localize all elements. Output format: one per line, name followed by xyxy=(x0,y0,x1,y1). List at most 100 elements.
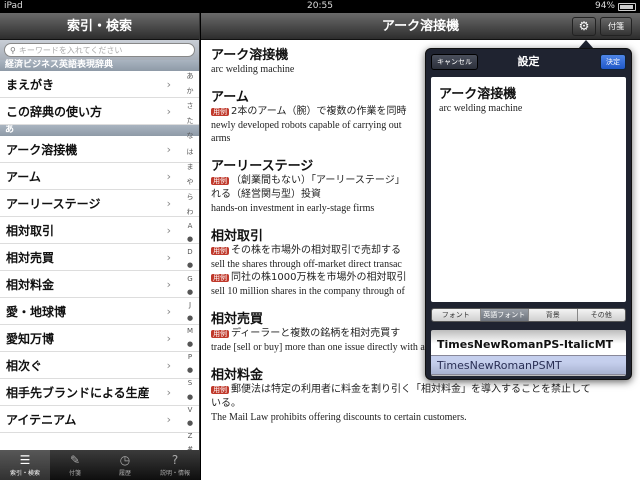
tab-2[interactable]: ◷ 履歴 xyxy=(100,450,150,480)
index-letter[interactable]: D xyxy=(187,248,192,256)
line-text: arms xyxy=(211,133,231,144)
list-item[interactable]: アーム › xyxy=(0,163,199,190)
index-letter[interactable]: か xyxy=(187,86,194,96)
index-letter[interactable]: G xyxy=(187,275,192,283)
settings-button[interactable]: ⚙ xyxy=(572,17,596,36)
status-bar: iPad 20:55 94% xyxy=(0,0,640,13)
list-item-label: 相対取引 xyxy=(6,223,55,238)
tab-1[interactable]: ✎ 付箋 xyxy=(50,450,100,480)
done-button[interactable]: 決定 xyxy=(600,54,626,70)
list-item[interactable]: アーリーステージ › xyxy=(0,190,199,217)
list-item[interactable]: 相次ぐ › xyxy=(0,352,199,379)
gear-icon: ⚙ xyxy=(578,19,590,33)
list-item-label: 相次ぐ xyxy=(6,358,43,373)
example-tag: 用例 xyxy=(211,177,229,185)
popover-title: 設定 xyxy=(517,55,540,68)
line-text: いる。 xyxy=(211,398,241,409)
list-item[interactable]: まえがき › xyxy=(0,71,199,98)
list-item[interactable]: アーク溶接機 › xyxy=(0,136,199,163)
line-text: The Mail Law prohibits offering discount… xyxy=(211,412,467,423)
list-item[interactable]: 相手先ブランドによる生産 › xyxy=(0,379,199,406)
tab-0[interactable]: ☰ 索引・検索 xyxy=(0,450,50,480)
index-letter[interactable]: M xyxy=(187,327,193,335)
settings-popover: キャンセル 設定 決定 アーク溶接機 arc welding machine フ… xyxy=(425,48,632,380)
index-letter[interactable]: ● xyxy=(187,288,193,296)
search-bar: ⚲ キーワードを入れてください xyxy=(0,40,199,60)
index-letter[interactable]: ● xyxy=(187,340,193,348)
chevron-right-icon: › xyxy=(166,104,171,118)
segment-2[interactable]: 背景 xyxy=(529,309,578,321)
index-letter[interactable]: J xyxy=(189,301,191,309)
segment-3[interactable]: その他 xyxy=(577,309,625,321)
tab-icon: ? xyxy=(171,453,179,467)
line-text: sell the shares through off-market direc… xyxy=(211,259,402,270)
list-item[interactable]: 相対売買 › xyxy=(0,244,199,271)
chevron-right-icon: › xyxy=(166,223,171,237)
index-letter[interactable]: ● xyxy=(187,419,193,427)
tab-3[interactable]: ? 説明・情報 xyxy=(150,450,200,480)
index-letter[interactable]: は xyxy=(187,147,194,157)
entry-title: アーク溶接機 xyxy=(381,19,460,34)
preview-english: arc welding machine xyxy=(439,103,523,114)
picker-option[interactable]: TimesNewRomanPS-ItalicMT xyxy=(431,335,626,355)
chevron-right-icon: › xyxy=(166,77,171,91)
index-letter[interactable]: さ xyxy=(187,101,194,111)
list-item[interactable]: アイテニアム › xyxy=(0,406,199,433)
list-item[interactable]: 愛・地球博 › xyxy=(0,298,199,325)
picker-option[interactable]: TimesNewRomanPSMT xyxy=(431,355,626,375)
example-tag: 用例 xyxy=(211,330,229,338)
index-letter[interactable]: ら xyxy=(187,192,194,202)
index-letter[interactable]: ● xyxy=(187,314,193,322)
index-letter[interactable]: わ xyxy=(187,207,194,217)
index-pane: 索引・検索 ⚲ キーワードを入れてください 経済ビジネス英語表現辞典 まえがき ›… xyxy=(0,13,200,480)
index-letter[interactable]: A xyxy=(188,222,193,230)
index-letter[interactable]: や xyxy=(187,177,194,187)
index-letter[interactable]: な xyxy=(187,131,194,141)
index-letter[interactable]: S xyxy=(188,379,192,387)
search-input[interactable]: ⚲ キーワードを入れてください xyxy=(4,43,195,57)
index-letter[interactable]: P xyxy=(188,353,192,361)
list-item-label: 愛知万博 xyxy=(6,331,55,346)
index-letter[interactable]: あ xyxy=(187,71,194,81)
list-item[interactable]: 相対料金 › xyxy=(0,271,199,298)
chevron-right-icon: › xyxy=(166,196,171,210)
list-item[interactable]: 愛知万博 › xyxy=(0,325,199,352)
list-item[interactable]: この辞典の使い方 › xyxy=(0,98,199,125)
battery-percent: 94% xyxy=(594,1,615,11)
chevron-right-icon: › xyxy=(166,331,171,345)
line-text: （創業間もない）「アーリーステージ」 xyxy=(231,175,405,186)
picker-option[interactable]: Trebuchet-BoldItalic xyxy=(431,375,626,376)
bookmark-button[interactable]: 付箋 xyxy=(600,17,632,36)
section-header-book: 経済ビジネス英語表現辞典 xyxy=(0,60,199,71)
index-letter[interactable]: ● xyxy=(187,366,193,374)
entry-navbar: アーク溶接機 ⚙ 付箋 xyxy=(201,13,640,40)
segment-1[interactable]: 英語フォント xyxy=(480,309,529,321)
line-text: 郵便法は特定の利用者に料金を割り引く「相対料金」を導入することを禁止して xyxy=(231,384,591,395)
chevron-right-icon: › xyxy=(166,169,171,183)
index-letter[interactable]: Z xyxy=(188,432,193,440)
clock: 20:55 xyxy=(307,1,333,11)
example-tag: 用例 xyxy=(211,108,229,116)
line-text: れる（経営関与型）投資 xyxy=(211,189,321,200)
chevron-right-icon: › xyxy=(166,358,171,372)
cancel-button[interactable]: キャンセル xyxy=(431,54,478,70)
index-letter[interactable]: ● xyxy=(187,261,193,269)
chevron-right-icon: › xyxy=(166,250,171,264)
index-letter[interactable]: ま xyxy=(187,162,194,172)
section-index-bar[interactable]: あかさたなはまやらわ A ● D ● G ● J ● M ● P ● S ● V ● Z # xyxy=(183,71,197,453)
index-letter[interactable]: V xyxy=(188,406,193,414)
font-picker[interactable]: TimesNewRomanPS-BoldItTimesNewRomanPS-It… xyxy=(431,330,626,376)
tab-icon: ☰ xyxy=(19,453,31,467)
index-letter[interactable]: ● xyxy=(187,235,193,243)
list-item-label: アーム xyxy=(6,169,41,184)
segment-0[interactable]: フォント xyxy=(432,309,481,321)
example-tag: 用例 xyxy=(211,274,229,282)
tab-bar: ☰ 索引・検索 ✎ 付箋 ◷ 履歴? 説明・情報 xyxy=(0,450,200,480)
list-item-label: 愛・地球博 xyxy=(6,304,67,319)
index-letter[interactable]: た xyxy=(187,116,194,126)
list-item-label: アイテニアム xyxy=(6,412,77,427)
index-letter[interactable]: ● xyxy=(187,393,193,401)
line-text: sell 10 million shares in the company th… xyxy=(211,286,405,297)
list-item[interactable]: 相対取引 › xyxy=(0,217,199,244)
tab-icon: ◷ xyxy=(119,453,131,467)
